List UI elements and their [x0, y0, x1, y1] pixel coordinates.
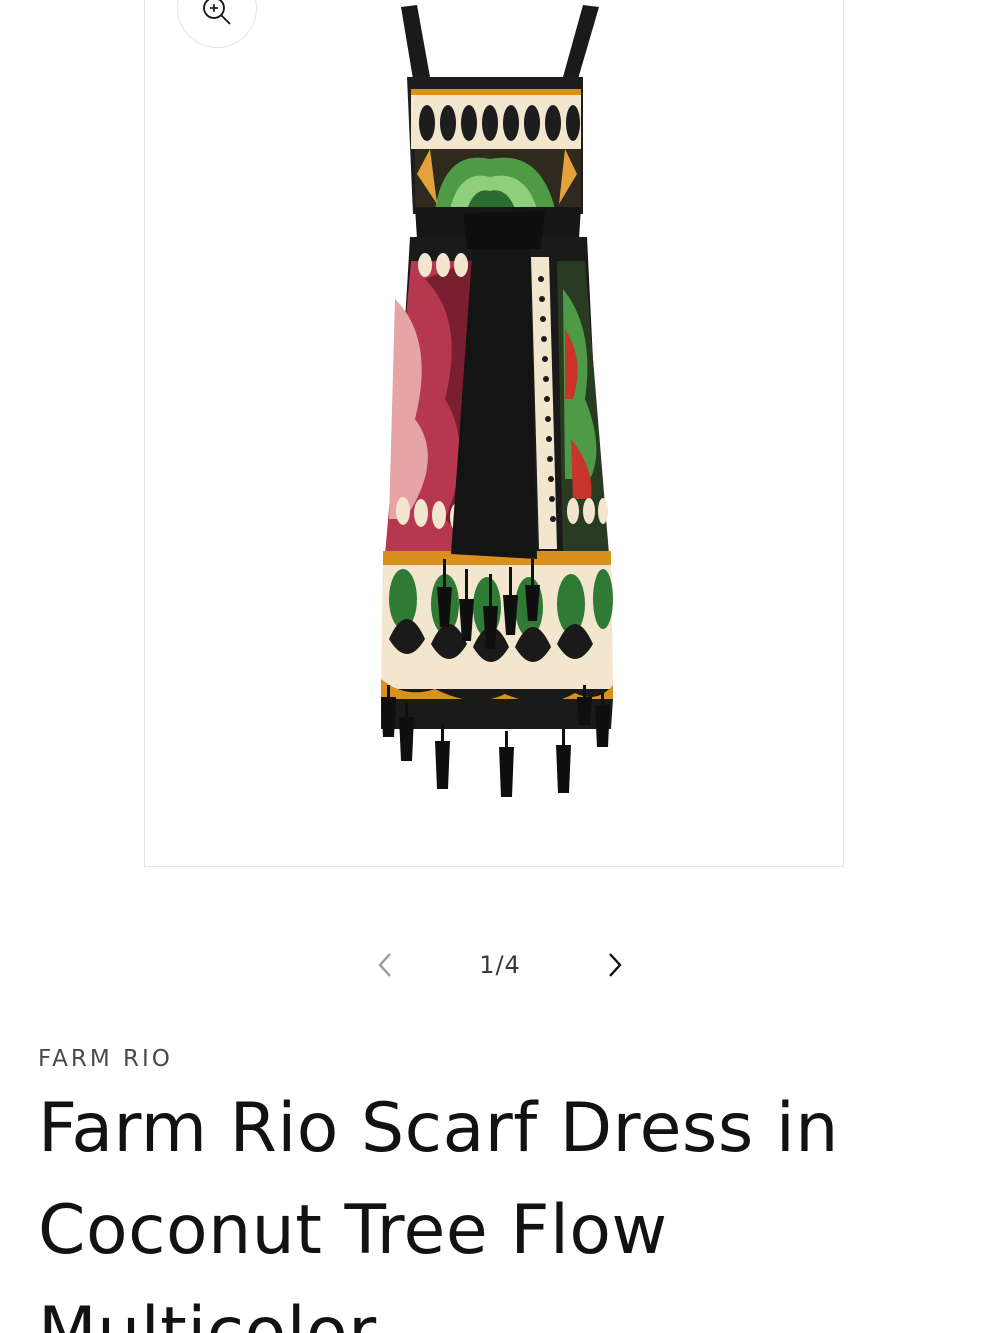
- zoom-in-icon: [203, 0, 231, 25]
- product-vendor: FARM RIO: [38, 1046, 173, 1072]
- product-media-frame[interactable]: [144, 0, 844, 867]
- slide-counter: 1/4: [479, 951, 521, 979]
- product-title: Farm Rio Scarf Dress in Coconut Tree Flo…: [38, 1089, 839, 1333]
- chevron-left-icon: [378, 953, 391, 977]
- slider-controls: 1/4: [360, 940, 640, 990]
- chevron-right-icon: [609, 953, 622, 977]
- product-image[interactable]: [145, 0, 844, 867]
- next-slide-button[interactable]: [590, 940, 640, 990]
- product-page: 1/4 FARM RIO Farm Rio Scarf Dress in Coc…: [0, 0, 1000, 1333]
- previous-slide-button[interactable]: [360, 940, 410, 990]
